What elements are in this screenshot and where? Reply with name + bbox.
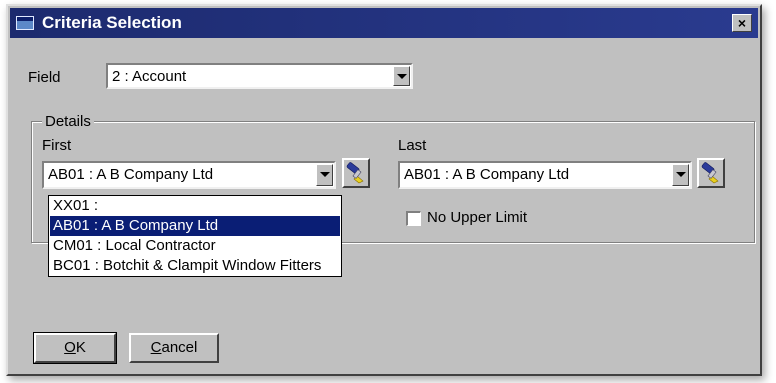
first-account-dropdown-list: XX01 : AB01 : A B Company Ltd CM01 : Loc…: [48, 195, 342, 277]
last-account-combobox[interactable]: AB01 : A B Company Ltd: [398, 161, 692, 189]
cancel-mnemonic: C: [150, 339, 162, 356]
first-account-combobox[interactable]: AB01 : A B Company Ltd: [42, 161, 336, 189]
list-item[interactable]: BC01 : Botchit & Clampit Window Fitters: [50, 256, 340, 276]
flashlight-icon: [701, 162, 719, 184]
field-label: Field: [28, 69, 61, 86]
cancel-label-rest: ancel: [161, 339, 198, 356]
ok-label-rest: K: [75, 339, 86, 356]
flashlight-icon: [346, 162, 364, 184]
ok-mnemonic: O: [64, 339, 76, 356]
last-account-value: AB01 : A B Company Ltd: [404, 166, 570, 183]
first-label: First: [42, 137, 72, 154]
window-title: Criteria Selection: [42, 13, 182, 32]
window-icon: [16, 16, 34, 30]
chevron-down-icon[interactable]: [672, 164, 689, 186]
first-finder-button[interactable]: [342, 158, 370, 188]
no-upper-limit-label[interactable]: No Upper Limit: [427, 209, 527, 226]
list-item[interactable]: XX01 :: [50, 196, 340, 216]
cancel-button[interactable]: Cancel: [129, 333, 219, 363]
chevron-down-icon[interactable]: [316, 164, 333, 186]
first-account-value: AB01 : A B Company Ltd: [48, 166, 214, 183]
close-icon[interactable]: ×: [732, 14, 752, 32]
title-bar[interactable]: Criteria Selection ×: [10, 8, 758, 38]
criteria-selection-dialog: Criteria Selection × Field 2 : Account D…: [6, 4, 762, 376]
ok-button[interactable]: OK: [33, 332, 117, 364]
no-upper-limit-checkbox[interactable]: [406, 211, 421, 226]
list-item-selected[interactable]: AB01 : A B Company Ltd: [50, 216, 340, 236]
field-value: 2 : Account: [112, 68, 187, 85]
details-legend: Details: [42, 113, 94, 130]
list-item[interactable]: CM01 : Local Contractor: [50, 236, 340, 256]
last-finder-button[interactable]: [697, 158, 725, 188]
field-combobox[interactable]: 2 : Account: [106, 63, 413, 89]
chevron-down-icon[interactable]: [393, 66, 410, 86]
last-label: Last: [398, 137, 427, 154]
